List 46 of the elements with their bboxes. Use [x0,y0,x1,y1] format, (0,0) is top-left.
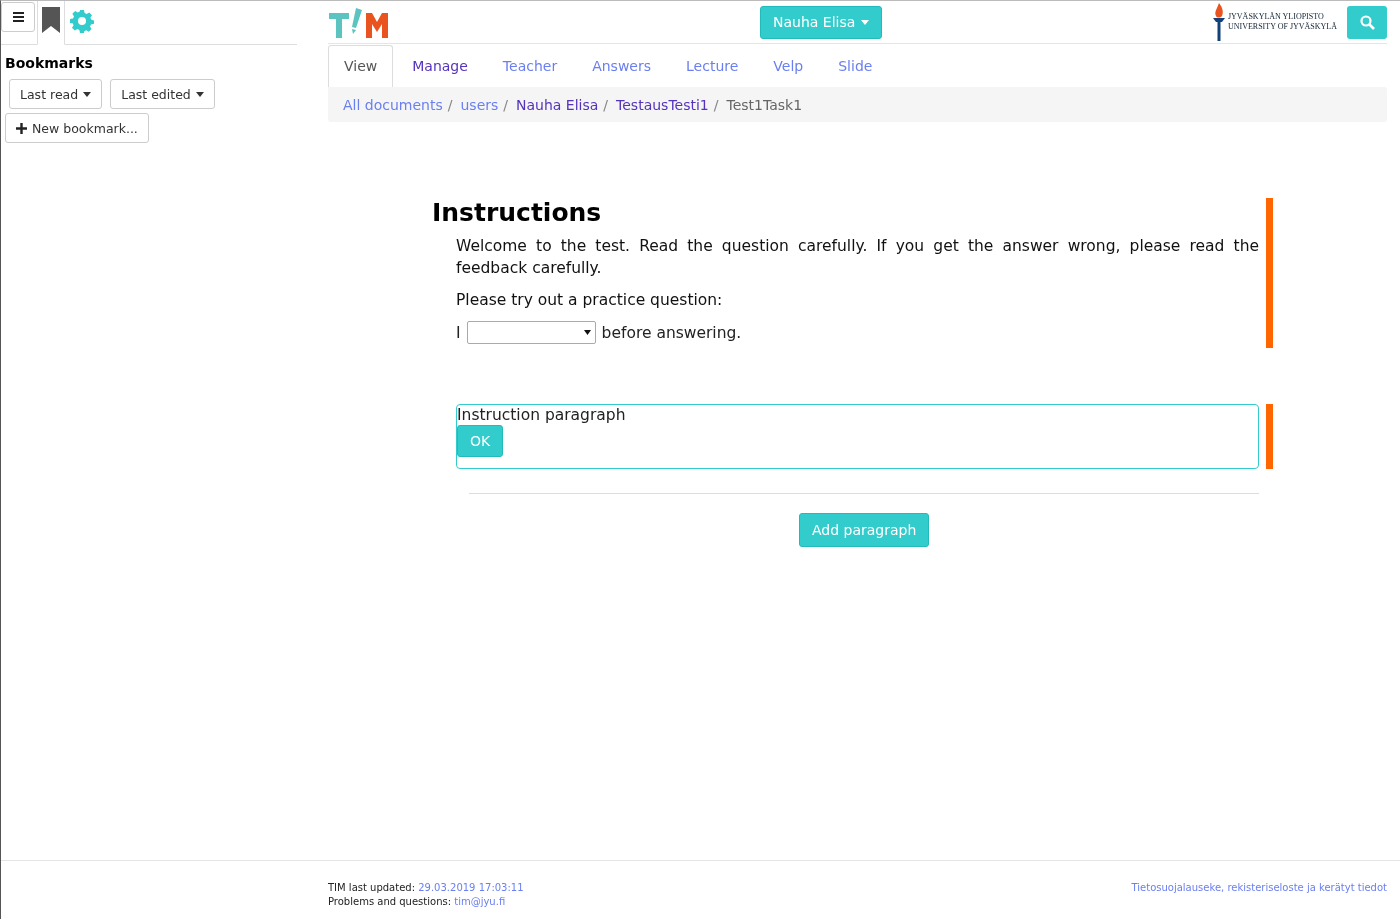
breadcrumb-link[interactable]: users [460,96,499,113]
document-heading: Instructions [432,198,603,227]
breadcrumb-separator: / [603,96,609,113]
breadcrumb-current: Test1Task1 [726,96,803,113]
plus-icon [16,122,27,134]
settings-icon[interactable] [70,9,94,33]
question-text: before answering. [601,323,742,342]
breadcrumb-separator: / [447,96,453,113]
sort-dropdown[interactable]: Last edited [110,79,215,109]
caret-icon [861,19,870,25]
caret-icon [83,91,92,97]
breadcrumb-link[interactable]: All documents [343,96,443,113]
footer-text: TIM last updated: 29.03.2019 17:03:11 [328,881,524,895]
bookmark-icon [42,7,60,33]
ok-button[interactable]: OK [457,425,504,457]
paragraph-text: Welcome to the test. Read the question carefully. If you get the answer wrong, please read the feedback carefully. [456,236,1259,279]
email-link[interactable]: tim@jyu.fi [454,896,506,907]
sort-dropdown[interactable]: Last read [9,79,103,109]
university-logo-text: JYVÄSKYLÄN YLIOPISTO [1227,12,1325,22]
sidebar-title: Bookmarks [4,54,94,73]
editor-text: Instruction paragraph [457,405,627,424]
caret-icon [583,330,591,335]
paragraph-editor[interactable]: Instruction paragraph OK [456,404,1259,469]
search-icon [1359,14,1375,30]
caret-icon [195,91,204,97]
privacy-link[interactable]: Tietosuojalauseke, rekisteriseloste ja kerätyt tiedot [1131,881,1387,919]
search-button[interactable] [1347,5,1387,39]
new-bookmark-button[interactable]: New bookmark... [5,113,149,143]
answer-dropdown[interactable] [466,321,596,344]
add-paragraph-button[interactable]: Add paragraph [799,513,930,547]
breadcrumb-link[interactable]: Nauha Elisa [516,96,599,113]
menu-icon [12,12,24,22]
bookmarks-tab[interactable] [37,1,65,45]
breadcrumb-separator: / [503,96,509,113]
nav-tab[interactable]: View [328,45,394,87]
breadcrumb-separator: / [713,96,719,113]
breadcrumb-link[interactable]: TestausTesti1 [616,96,709,113]
user-menu-button[interactable]: Nauha Elisa [760,5,883,39]
university-logo-text: UNIVERSITY OF JYVÄSKYLÄ [1227,22,1337,32]
torch-logo-icon [1211,3,1226,41]
question-text: I [456,323,461,342]
update-date-link[interactable]: 29.03.2019 17:03:11 [418,882,524,893]
footer-text: Problems and questions: tim@jyu.fi [328,895,507,909]
paragraph-text: Please try out a practice question: [456,290,724,311]
menu-button[interactable] [1,2,35,32]
edit-marker-bar [1266,404,1273,469]
